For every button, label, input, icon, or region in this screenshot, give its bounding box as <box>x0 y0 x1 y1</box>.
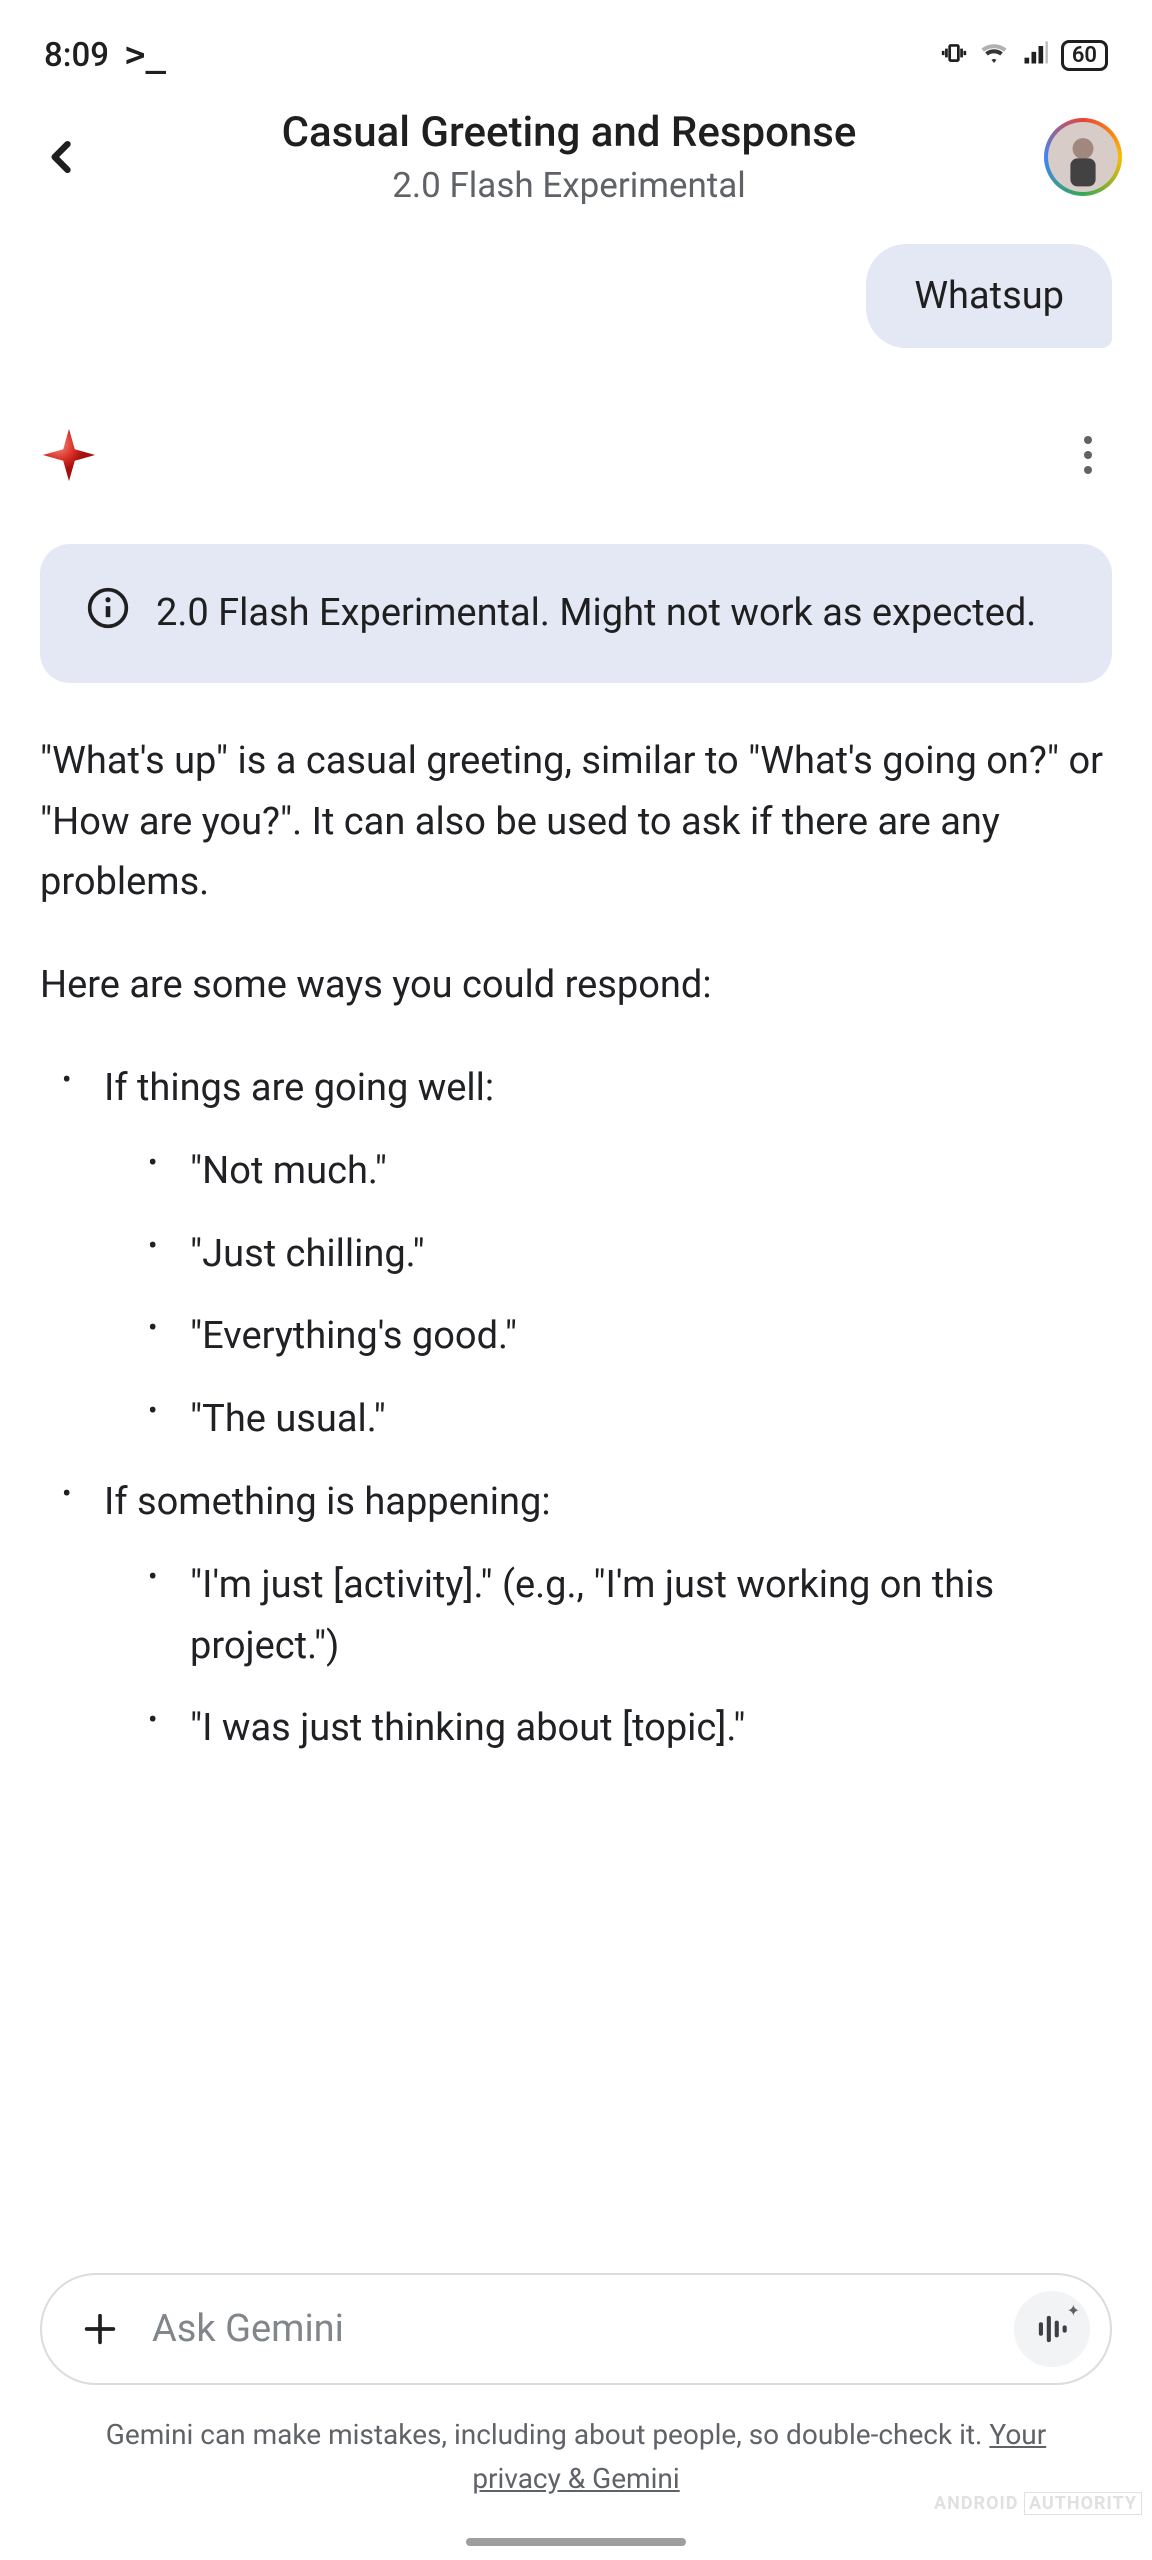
back-button[interactable] <box>30 125 94 189</box>
user-message-row: Whatsup <box>40 244 1112 348</box>
section-2-label: If something is happening: <box>104 1480 551 1524</box>
ai-para-1: "What's up" is a casual greeting, simila… <box>40 731 1112 913</box>
watermark-part2: AUTHORITY <box>1024 2492 1142 2515</box>
signal-icon <box>1021 39 1049 71</box>
ai-para-2: Here are some ways you could respond: <box>40 955 1112 1016</box>
ai-header-row <box>40 396 1112 544</box>
status-left: 8:09 >_ <box>44 35 166 75</box>
info-icon <box>86 586 130 630</box>
input-area: Ask Gemini ✦ Gemini can make mistakes, i… <box>0 2273 1152 2500</box>
gemini-sparkle-icon <box>40 426 98 484</box>
profile-avatar[interactable] <box>1044 118 1122 196</box>
list-item: "Just chilling." <box>148 1224 1112 1285</box>
list-section-1: If things are going well: "Not much." "J… <box>62 1058 1112 1450</box>
vibrate-icon <box>941 40 967 70</box>
list-section-2: If something is happening: "I'm just [ac… <box>62 1472 1112 1759</box>
status-time: 8:09 <box>44 36 109 75</box>
model-subtitle: 2.0 Flash Experimental <box>102 165 1036 206</box>
chat-title: Casual Greeting and Response <box>102 108 1036 157</box>
section-2-items: "I'm just [activity]." (e.g., "I'm just … <box>104 1555 1112 1759</box>
input-container[interactable]: Ask Gemini ✦ <box>40 2273 1112 2385</box>
app-header: Casual Greeting and Response 2.0 Flash E… <box>0 96 1152 234</box>
user-message-bubble: Whatsup <box>866 244 1112 348</box>
model-info-banner: 2.0 Flash Experimental. Might not work a… <box>40 544 1112 683</box>
voice-input-button[interactable]: ✦ <box>1014 2291 1090 2367</box>
terminal-icon: >_ <box>125 35 166 75</box>
list-item: "Not much." <box>148 1141 1112 1202</box>
battery-icon: 60 <box>1061 40 1108 71</box>
list-item: "Everything's good." <box>148 1306 1112 1367</box>
nav-handle[interactable] <box>466 2538 686 2546</box>
section-1-items: "Not much." "Just chilling." "Everything… <box>104 1141 1112 1450</box>
disclaimer: Gemini can make mistakes, including abou… <box>40 2413 1112 2500</box>
status-bar: 8:09 >_ 60 <box>0 0 1152 96</box>
response-list: If things are going well: "Not much." "J… <box>40 1058 1112 1759</box>
info-banner-text: 2.0 Flash Experimental. Might not work a… <box>156 584 1036 643</box>
ai-response: "What's up" is a casual greeting, simila… <box>40 731 1112 1759</box>
section-1-label: If things are going well: <box>104 1066 494 1110</box>
watermark-part1: ANDROID <box>934 2493 1018 2514</box>
status-right: 60 <box>941 38 1108 72</box>
battery-level: 60 <box>1072 43 1097 68</box>
more-options-button[interactable] <box>1064 431 1112 479</box>
list-item: "I'm just [activity]." (e.g., "I'm just … <box>148 1555 1112 1677</box>
list-item: "I was just thinking about [topic]." <box>148 1698 1112 1759</box>
wifi-icon <box>979 38 1009 72</box>
sparkle-accent-icon: ✦ <box>1067 2301 1080 2320</box>
disclaimer-text: Gemini can make mistakes, including abou… <box>106 2418 990 2451</box>
list-item: "The usual." <box>148 1389 1112 1450</box>
add-button[interactable] <box>72 2301 128 2357</box>
header-titles: Casual Greeting and Response 2.0 Flash E… <box>102 108 1036 206</box>
text-input[interactable]: Ask Gemini <box>152 2307 990 2351</box>
avatar-image <box>1048 122 1118 192</box>
chat-area: Whatsup 2.0 Flash Experimental. Might no… <box>0 244 1152 1759</box>
watermark: ANDROID AUTHORITY <box>934 2493 1142 2514</box>
